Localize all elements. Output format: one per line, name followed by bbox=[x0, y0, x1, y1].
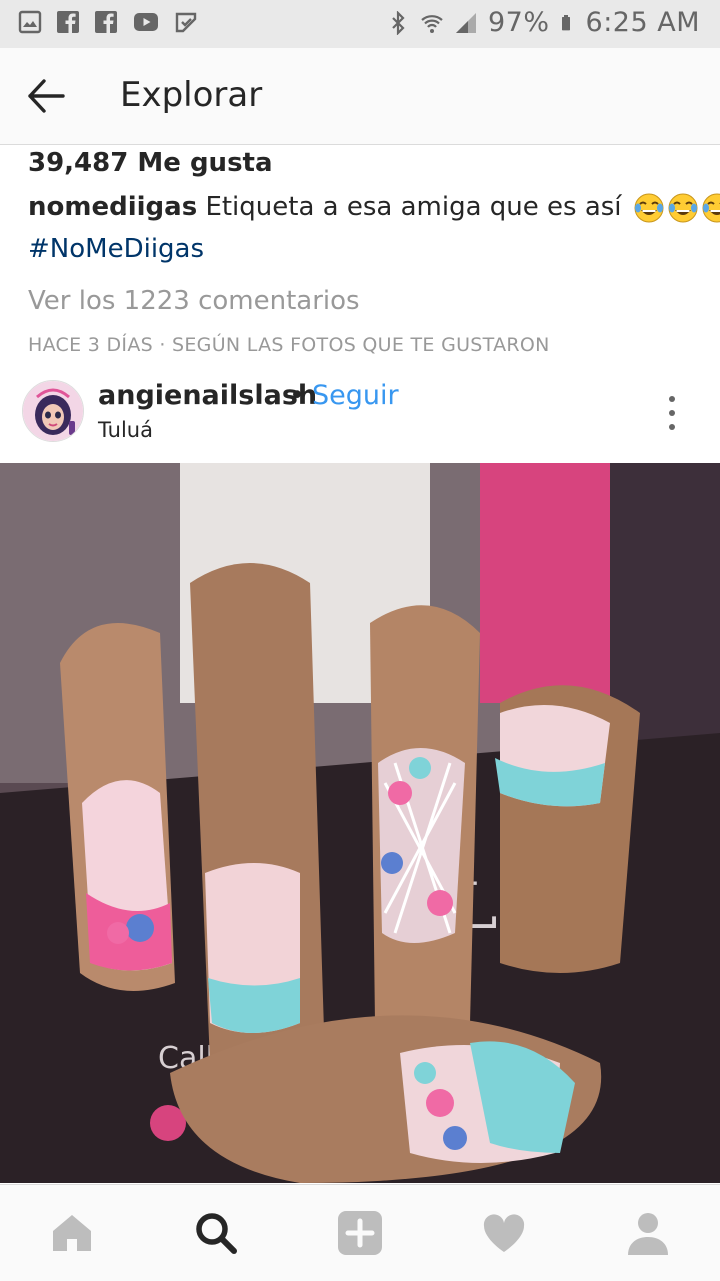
page-title: Explorar bbox=[120, 75, 263, 115]
profile-icon[interactable] bbox=[624, 1209, 672, 1257]
face-with-tears-of-joy-icon bbox=[668, 193, 698, 222]
face-with-tears-of-joy-icon bbox=[634, 193, 664, 222]
status-bar-notifications bbox=[18, 10, 198, 34]
app-bar: Explorar bbox=[0, 48, 720, 145]
post-caption: nomediigas Etiqueta a esa amiga que es a… bbox=[28, 192, 720, 223]
search-icon[interactable] bbox=[192, 1209, 240, 1257]
post-photo[interactable]: Lash Calle 26 N bbox=[0, 463, 720, 1183]
avatar[interactable] bbox=[22, 380, 84, 442]
view-comments-link[interactable]: Ver los 1223 comentarios bbox=[28, 286, 360, 316]
follow-button[interactable]: Seguir bbox=[312, 380, 399, 411]
download-done-icon bbox=[175, 12, 197, 33]
arrow-left-icon[interactable] bbox=[26, 78, 66, 114]
hashtag-link[interactable]: #NoMeDiigas bbox=[28, 234, 204, 264]
caption-username[interactable]: nomediigas bbox=[28, 192, 197, 222]
separator-dot: • bbox=[289, 380, 305, 411]
more-options-icon[interactable] bbox=[660, 393, 684, 433]
gallery-icon bbox=[18, 10, 42, 34]
youtube-icon bbox=[134, 13, 158, 31]
status-bar: 97% 6:25 AM bbox=[0, 0, 720, 48]
avatar-image bbox=[23, 381, 83, 441]
bottom-navigation bbox=[0, 1184, 720, 1281]
battery-icon bbox=[561, 14, 570, 30]
facebook-icon bbox=[95, 11, 117, 33]
likes-count[interactable]: 39,487 Me gusta bbox=[28, 148, 273, 178]
post-username[interactable]: angienailslash bbox=[98, 380, 317, 411]
clock: 6:25 AM bbox=[585, 7, 700, 38]
signal-icon bbox=[456, 12, 476, 33]
wifi-icon bbox=[421, 14, 443, 33]
status-bar-system: 97% 6:25 AM bbox=[386, 7, 700, 38]
battery-percent: 97% bbox=[488, 7, 550, 38]
heart-icon[interactable] bbox=[480, 1209, 528, 1257]
home-icon[interactable] bbox=[48, 1209, 96, 1257]
add-post-icon[interactable] bbox=[336, 1209, 384, 1257]
facebook-icon bbox=[57, 11, 79, 33]
caption-text: Etiqueta a esa amiga que es así bbox=[205, 192, 622, 222]
post-timestamp: HACE 3 DÍAS · SEGÚN LAS FOTOS QUE TE GUS… bbox=[28, 334, 550, 356]
face-with-tears-of-joy-icon bbox=[702, 193, 720, 222]
post-location[interactable]: Tuluá bbox=[98, 418, 153, 442]
nail-art-image: Lash Calle 26 N bbox=[0, 463, 720, 1183]
bluetooth-icon bbox=[392, 10, 405, 35]
